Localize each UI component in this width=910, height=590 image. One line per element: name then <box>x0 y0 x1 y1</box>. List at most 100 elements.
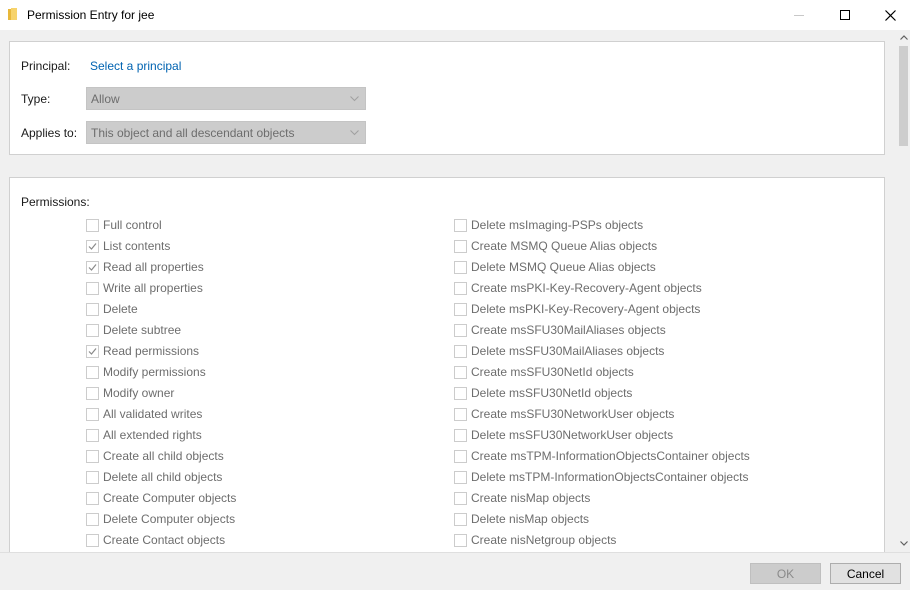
scroll-thumb[interactable] <box>899 46 908 146</box>
permission-checkbox[interactable] <box>86 302 99 316</box>
permission-checkbox[interactable] <box>86 428 99 442</box>
permission-item[interactable]: All validated writes <box>86 406 202 422</box>
permission-item[interactable]: All extended rights <box>86 427 202 443</box>
permission-item[interactable]: Write all properties <box>86 280 203 296</box>
close-button[interactable] <box>867 0 910 30</box>
permission-item[interactable]: Read all properties <box>86 259 204 275</box>
permissions-panel: Permissions: Full control List contents Re… <box>9 177 885 552</box>
permission-checkbox[interactable] <box>454 260 467 274</box>
permission-item[interactable]: Delete nisMap objects <box>454 511 589 527</box>
type-value: Allow <box>91 92 120 106</box>
permission-item[interactable]: Modify owner <box>86 385 174 401</box>
ok-button[interactable]: OK <box>750 563 821 584</box>
permission-item[interactable]: Create msSFU30NetId objects <box>454 364 634 380</box>
permission-checkbox[interactable] <box>454 491 467 505</box>
permission-checkbox[interactable] <box>454 428 467 442</box>
permission-checkbox[interactable] <box>86 449 99 463</box>
permissions-heading: Permissions: <box>21 195 90 209</box>
permission-label: Delete Computer objects <box>103 512 236 526</box>
permission-item[interactable]: Delete all child objects <box>86 469 222 485</box>
permission-item[interactable]: Create nisMap objects <box>454 490 590 506</box>
chevron-down-icon <box>350 130 359 136</box>
permission-checkbox[interactable] <box>454 302 467 316</box>
permission-checkbox[interactable] <box>86 533 99 547</box>
permission-item[interactable]: Delete msSFU30NetId objects <box>454 385 632 401</box>
cancel-button[interactable]: Cancel <box>830 563 901 584</box>
permission-item[interactable]: Modify permissions <box>86 364 206 380</box>
permission-item[interactable]: Create nisNetgroup objects <box>454 532 616 548</box>
window-title: Permission Entry for jee <box>27 8 155 22</box>
permission-checkbox[interactable] <box>86 407 99 421</box>
permission-label: Create msSFU30MailAliases objects <box>471 323 666 337</box>
permission-checkbox[interactable] <box>454 281 467 295</box>
permission-item[interactable]: Delete msPKI-Key-Recovery-Agent objects <box>454 301 700 317</box>
permission-checkbox[interactable] <box>86 365 99 379</box>
permission-item[interactable]: Full control <box>86 217 162 233</box>
permission-item[interactable]: Create msSFU30NetworkUser objects <box>454 406 674 422</box>
permission-item[interactable]: Delete Computer objects <box>86 511 235 527</box>
permission-label: Read permissions <box>103 344 200 358</box>
permission-label: Delete subtree <box>103 323 182 337</box>
type-select[interactable]: Allow <box>86 87 366 110</box>
permission-item[interactable]: Delete MSMQ Queue Alias objects <box>454 259 656 275</box>
permission-item[interactable]: Delete msTPM-InformationObjectsContainer… <box>454 469 748 485</box>
permission-checkbox[interactable] <box>86 239 99 253</box>
permission-checkbox[interactable] <box>454 449 467 463</box>
title-bar: Permission Entry for jee <box>0 0 910 30</box>
scroll-up-button[interactable] <box>897 30 910 44</box>
permission-item[interactable]: Create msPKI-Key-Recovery-Agent objects <box>454 280 702 296</box>
chevron-down-icon <box>899 540 908 546</box>
permission-label: Create nisNetgroup objects <box>471 533 617 547</box>
applies-to-label: Applies to: <box>21 126 78 140</box>
permission-item[interactable]: Delete <box>86 301 138 317</box>
permission-checkbox[interactable] <box>86 470 99 484</box>
applies-to-value: This object and all descendant objects <box>91 126 295 140</box>
permission-label: Create msSFU30NetId objects <box>471 365 634 379</box>
permission-label: Create msTPM-InformationObjectsContainer… <box>471 449 750 463</box>
permission-checkbox[interactable] <box>86 512 99 526</box>
permission-checkbox[interactable] <box>86 491 99 505</box>
permission-checkbox[interactable] <box>86 218 99 232</box>
permission-item[interactable]: Create msSFU30MailAliases objects <box>454 322 666 338</box>
permission-checkbox[interactable] <box>454 407 467 421</box>
permission-item[interactable]: Create Contact objects <box>86 532 225 548</box>
minimize-button[interactable] <box>776 0 822 30</box>
permission-checkbox[interactable] <box>454 533 467 547</box>
permission-checkbox[interactable] <box>454 323 467 337</box>
permission-item[interactable]: Delete msSFU30MailAliases objects <box>454 343 664 359</box>
permission-checkbox[interactable] <box>454 512 467 526</box>
permission-item[interactable]: Create Computer objects <box>86 490 236 506</box>
permission-checkbox[interactable] <box>454 344 467 358</box>
permission-checkbox[interactable] <box>86 386 99 400</box>
permission-checkbox[interactable] <box>454 239 467 253</box>
permission-checkbox[interactable] <box>86 260 99 274</box>
permission-item[interactable]: Delete msImaging-PSPs objects <box>454 217 643 233</box>
permission-label: Delete MSMQ Queue Alias objects <box>471 260 656 274</box>
permission-checkbox[interactable] <box>86 344 99 358</box>
chevron-down-icon <box>350 96 359 102</box>
permission-item[interactable]: Create msTPM-InformationObjectsContainer… <box>454 448 750 464</box>
permission-item[interactable]: Create all child objects <box>86 448 224 464</box>
permission-label: Delete all child objects <box>103 470 223 484</box>
permission-checkbox[interactable] <box>454 365 467 379</box>
maximize-button[interactable] <box>822 0 868 30</box>
chevron-up-icon <box>899 34 908 40</box>
scroll-down-button[interactable] <box>897 536 910 550</box>
checkmark-icon <box>88 263 97 271</box>
permission-item[interactable]: Delete msSFU30NetworkUser objects <box>454 427 673 443</box>
permission-item[interactable]: Delete subtree <box>86 322 181 338</box>
permission-checkbox[interactable] <box>454 470 467 484</box>
permission-item[interactable]: Read permissions <box>86 343 199 359</box>
applies-to-select[interactable]: This object and all descendant objects <box>86 121 366 144</box>
select-principal-link[interactable]: Select a principal <box>90 59 181 73</box>
permission-checkbox[interactable] <box>86 281 99 295</box>
permission-label: Modify owner <box>103 386 175 400</box>
permission-checkbox[interactable] <box>454 218 467 232</box>
permission-item[interactable]: List contents <box>86 238 170 254</box>
permission-checkbox[interactable] <box>454 386 467 400</box>
permission-checkbox[interactable] <box>86 323 99 337</box>
vertical-scrollbar[interactable] <box>897 30 910 552</box>
permission-label: Read all properties <box>103 260 204 274</box>
permission-item[interactable]: Create MSMQ Queue Alias objects <box>454 238 657 254</box>
principal-panel: Principal: Select a principal Type: Allo… <box>9 41 885 155</box>
